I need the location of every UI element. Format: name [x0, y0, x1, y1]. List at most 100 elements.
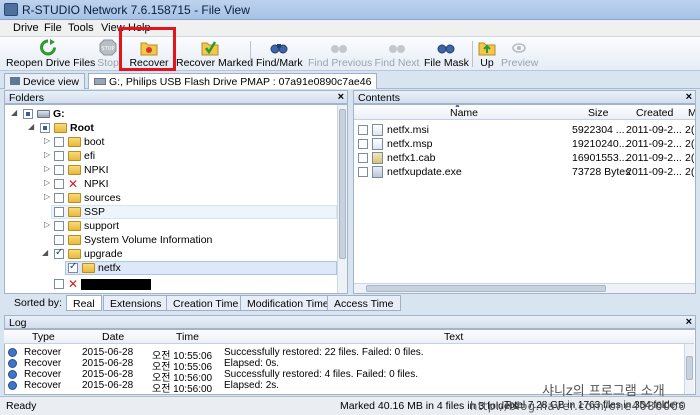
tree-checkbox[interactable] — [54, 207, 64, 217]
exe-file-icon — [372, 166, 383, 178]
tree-checkbox[interactable] — [54, 279, 64, 289]
column-modified[interactable]: M — [688, 107, 695, 119]
log-row[interactable]: Recover 2015-06-28 오전 10:56:00 Successfu… — [4, 369, 694, 384]
sort-tab-extensions[interactable]: Extensions — [103, 295, 169, 311]
stop-button[interactable]: STOP Stop — [94, 38, 122, 70]
collapse-icon[interactable]: ▷ — [44, 192, 52, 201]
column-name[interactable]: Name — [450, 107, 478, 119]
svg-text:STOP: STOP — [101, 46, 114, 52]
menu-tools[interactable]: Tools — [68, 22, 94, 34]
file-checkbox[interactable] — [358, 139, 368, 149]
column-text[interactable]: Text — [444, 331, 463, 343]
close-icon[interactable]: × — [686, 91, 692, 103]
folder-icon — [68, 207, 81, 217]
column-time[interactable]: Time — [176, 331, 199, 343]
menu-drive[interactable]: Drive — [13, 22, 39, 34]
tree-item-ssp[interactable]: SSP — [5, 205, 335, 219]
tree-item-upgrade[interactable]: ◢ upgrade — [5, 247, 335, 261]
find-mark-button[interactable]: Find/Mark — [256, 38, 303, 70]
column-date[interactable]: Date — [102, 331, 124, 343]
column-type[interactable]: Type — [32, 331, 55, 343]
status-ready: Ready — [6, 400, 37, 412]
menu-help[interactable]: Help — [128, 22, 151, 34]
column-created[interactable]: Created — [636, 107, 673, 119]
log-scrollbar[interactable] — [684, 344, 694, 394]
tree-item-drive-g[interactable]: ◢ G: — [5, 107, 335, 121]
scroll-thumb[interactable] — [686, 356, 693, 380]
collapse-icon[interactable]: ▷ — [44, 136, 52, 145]
close-icon[interactable]: × — [338, 91, 344, 103]
app-icon — [4, 3, 18, 16]
preview-button[interactable]: Preview — [501, 38, 538, 70]
sort-tab-access-time[interactable]: Access Time — [327, 295, 401, 311]
find-previous-button[interactable]: Find Previous — [308, 38, 372, 70]
folders-scrollbar[interactable] — [337, 105, 347, 293]
file-row[interactable]: netfx.msp 19210240... 2011-09-2... 2( — [354, 137, 695, 151]
tab-drive-g[interactable]: G:, Philips USB Flash Drive PMAP : 07a91… — [88, 73, 378, 89]
file-checkbox[interactable] — [358, 153, 368, 163]
tree-item-boot[interactable]: ▷ boot — [5, 135, 335, 149]
tree-item-root[interactable]: ◢ Root — [5, 121, 335, 135]
tree-checkbox[interactable] — [23, 109, 33, 119]
log-row[interactable]: Recover 2015-06-28 오전 10:55:06 Successfu… — [4, 347, 694, 362]
tree-item-npki-deleted[interactable]: ▷ ✕ NPKI — [5, 177, 335, 191]
sort-tab-modification-time[interactable]: Modification Time — [240, 295, 336, 311]
contents-scrollbar[interactable] — [354, 283, 695, 293]
collapse-icon[interactable]: ▷ — [44, 178, 52, 187]
sort-tab-real[interactable]: Real — [66, 295, 102, 311]
log-pane-header: Log × — [4, 315, 696, 329]
close-icon[interactable]: × — [686, 316, 692, 328]
menu-view[interactable]: View — [101, 22, 125, 34]
scroll-thumb[interactable] — [366, 285, 606, 292]
tree-item-redacted[interactable]: ✕ — [5, 277, 335, 291]
tree-checkbox[interactable] — [40, 123, 50, 133]
folder-icon — [68, 151, 81, 161]
log-row[interactable]: Recover 2015-06-28 오전 10:55:06 Elapsed: … — [4, 358, 694, 373]
sort-tabs: Sorted by: Real Extensions Creation Time… — [4, 295, 370, 311]
tree-item-efi[interactable]: ▷ efi — [5, 149, 335, 163]
expand-icon[interactable]: ◢ — [28, 122, 36, 131]
file-row[interactable]: netfx.msi 5922304 ... 2011-09-2... 2( — [354, 123, 695, 137]
tree-checkbox[interactable] — [54, 221, 64, 231]
redacted-label — [81, 279, 151, 290]
tree-item-npki[interactable]: ▷ NPKI — [5, 163, 335, 177]
drive-icon — [94, 78, 106, 85]
tree-checkbox[interactable] — [54, 165, 64, 175]
file-row[interactable]: netfx1.cab 16901553... 2011-09-2... 2( — [354, 151, 695, 165]
eye-icon — [512, 43, 526, 53]
file-checkbox[interactable] — [358, 125, 368, 135]
find-next-button[interactable]: Find Next — [374, 38, 420, 70]
expand-icon[interactable]: ◢ — [42, 248, 50, 257]
tree-item-system-volume-information[interactable]: System Volume Information — [5, 233, 335, 247]
tree-checkbox[interactable] — [54, 247, 64, 259]
info-icon — [8, 381, 17, 390]
expand-icon[interactable]: ◢ — [11, 108, 19, 117]
up-button[interactable]: Up — [477, 38, 497, 70]
tree-checkbox[interactable] — [54, 193, 64, 203]
recover-marked-icon — [201, 41, 219, 56]
file-checkbox[interactable] — [358, 167, 368, 177]
tree-item-netfx[interactable]: netfx — [5, 261, 335, 275]
file-row[interactable]: netfxupdate.exe 73728 Bytes 2011-09-2...… — [354, 165, 695, 179]
tree-item-sources[interactable]: ▷ sources — [5, 191, 335, 205]
tree-checkbox[interactable] — [54, 151, 64, 161]
collapse-icon[interactable]: ▷ — [44, 164, 52, 173]
collapse-icon[interactable]: ▷ — [44, 150, 52, 159]
scroll-thumb[interactable] — [339, 109, 346, 259]
tab-device-view[interactable]: Device view — [4, 73, 86, 89]
tree-item-support[interactable]: ▷ support — [5, 219, 335, 233]
file-mask-button[interactable]: File Mask — [424, 38, 469, 70]
info-icon — [8, 348, 17, 357]
watermark-title: 샤니z의 프로그램 소개 — [542, 384, 665, 399]
menu-file[interactable]: File — [44, 22, 62, 34]
recover-button[interactable]: Recover — [128, 38, 170, 70]
tree-checkbox[interactable] — [54, 235, 64, 245]
column-size[interactable]: Size — [588, 107, 608, 119]
tree-checkbox[interactable] — [54, 179, 64, 189]
reopen-drive-files-button[interactable]: Reopen Drive Files — [6, 38, 95, 70]
tree-checkbox[interactable] — [68, 261, 78, 273]
recover-marked-button[interactable]: Recover Marked — [176, 38, 253, 70]
sort-tab-creation-time[interactable]: Creation Time — [166, 295, 246, 311]
collapse-icon[interactable]: ▷ — [44, 220, 52, 229]
tree-checkbox[interactable] — [54, 137, 64, 147]
